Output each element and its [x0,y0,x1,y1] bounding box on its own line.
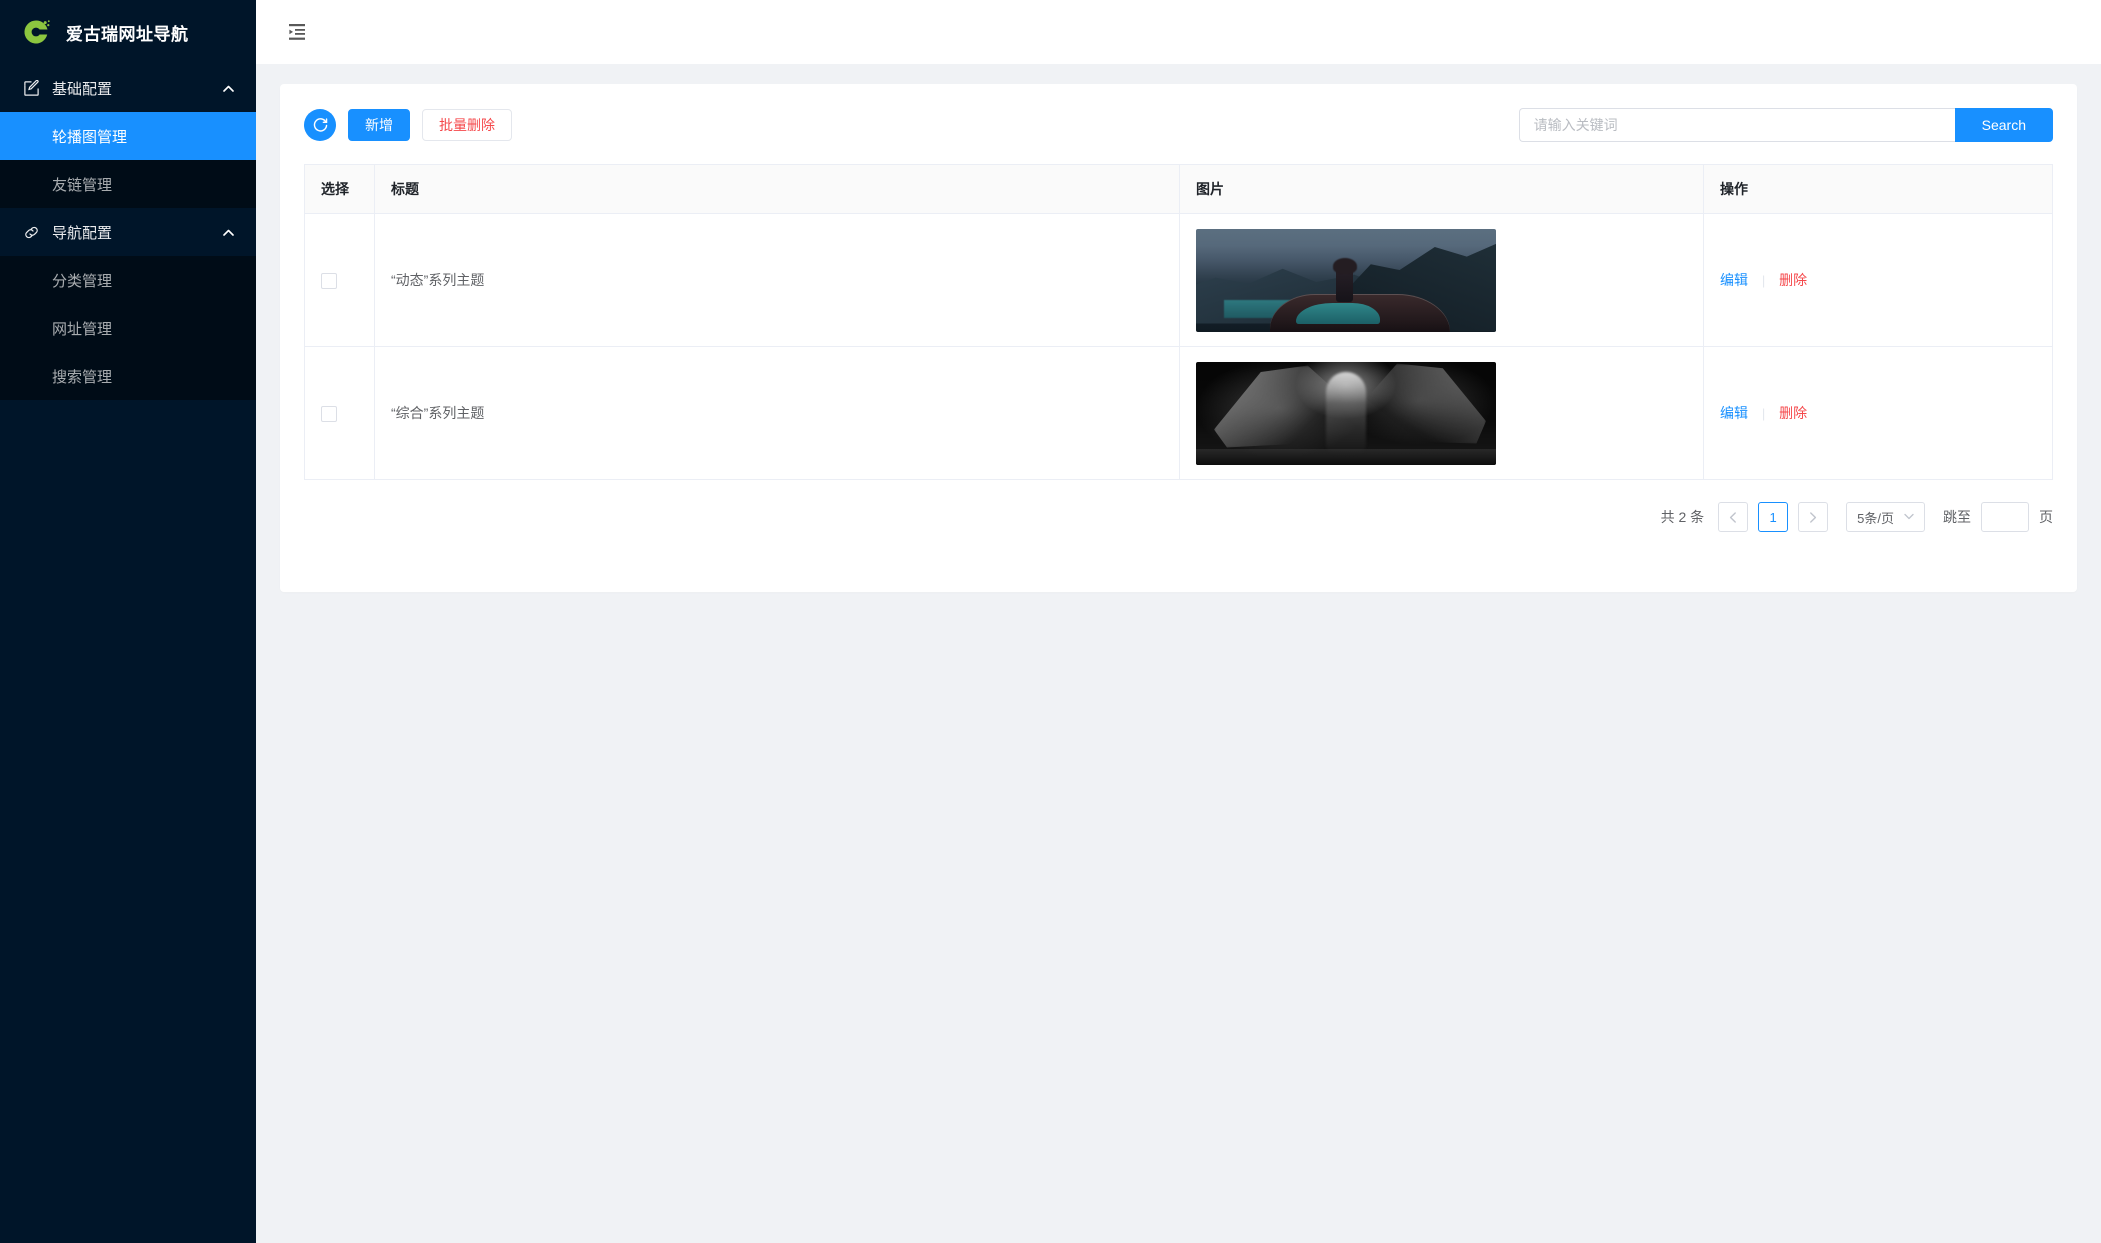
thumb-floor [1196,448,1496,465]
chevron-up-icon [222,82,234,94]
pagination-page-1[interactable]: 1 [1758,502,1789,532]
menu-fold-icon[interactable] [280,15,314,49]
thumb-person-hair [1333,257,1357,274]
pagination-total: 共 2 条 [1660,509,1705,525]
chevron-left-icon [1730,511,1737,523]
sidebar-logo-row[interactable]: 爱古瑞网址导航 [0,0,256,64]
row-select-cell [304,213,375,347]
app-root: 爱古瑞网址导航 基础配置 轮播图管理 友链管理 导航配置 分类管理 网址管理 搜… [0,0,2101,1243]
sidebar-item-url-management[interactable]: 网址管理 [0,304,256,352]
batch-delete-button[interactable]: 批量删除 [422,109,512,141]
row-checkbox[interactable] [321,272,337,289]
row-select-cell [304,346,375,480]
chevron-down-icon [1904,512,1914,523]
carousel-table: 选择 标题 图片 操作 “动态”系列主题 编辑 | 删除 “综合”系列主题 编辑… [304,164,2053,480]
pagination-jump-input[interactable] [1981,502,2029,532]
sidebar-group-label: 导航配置 [52,224,113,242]
row-action-cell: 编辑 | 删除 [1703,213,2053,347]
delete-link[interactable]: 删除 [1779,272,1807,288]
sidebar-item-label: 分类管理 [52,272,113,290]
table-toolbar: 新增 批量删除 Search [304,108,2053,142]
column-header-select: 选择 [304,164,375,214]
link-chain-icon [22,223,40,241]
carousel-thumbnail-image[interactable] [1196,361,1496,465]
refresh-circle-icon[interactable] [304,109,336,141]
sidebar-item-carousel-management[interactable]: 轮播图管理 [0,112,256,160]
chevron-up-icon [222,226,234,238]
pagination-jump-label: 跳至 [1943,509,1971,525]
column-header-image: 图片 [1179,164,1704,214]
action-separator: | [1761,273,1766,288]
sidebar-group-nav-config[interactable]: 导航配置 [0,208,256,256]
column-header-title: 标题 [374,164,1180,214]
topbar [256,0,2101,64]
edit-link[interactable]: 编辑 [1720,272,1748,288]
carousel-management-card: 新增 批量删除 Search 选择 [280,84,2077,592]
sidebar-sublist-basic-config: 轮播图管理 友链管理 [0,112,256,208]
table-body: “动态”系列主题 编辑 | 删除 “综合”系列主题 编辑 | 删除 [304,213,2053,480]
green-g-logo-icon [20,16,52,48]
table-header-row: 选择 标题 图片 操作 [304,164,2053,214]
add-button[interactable]: 新增 [348,109,410,141]
thumb-shape-left [1214,365,1344,448]
sidebar-group-label: 基础配置 [52,80,113,98]
toolbar-left-group: 新增 批量删除 [304,109,512,141]
main-area: 新增 批量删除 Search 选择 [256,0,2101,1243]
row-title-cell: “动态”系列主题 [374,213,1180,347]
action-separator: | [1761,406,1766,421]
sidebar-item-category-management[interactable]: 分类管理 [0,256,256,304]
sidebar-item-label: 轮播图管理 [52,128,128,146]
row-action-cell: 编辑 | 删除 [1703,346,2053,480]
thumb-figure [1326,371,1366,454]
pagination-jump-suffix: 页 [2039,509,2053,525]
pagination: 共 2 条 1 5条/页 跳至 页 [304,502,2053,532]
form-edit-icon [22,79,40,97]
sidebar-sublist-nav-config: 分类管理 网址管理 搜索管理 [0,256,256,400]
sidebar-item-friendlink-management[interactable]: 友链管理 [0,160,256,208]
row-title-cell: “综合”系列主题 [374,346,1180,480]
sidebar-item-search-management[interactable]: 搜索管理 [0,352,256,400]
toolbar-right-group: Search [1518,108,2053,142]
content-wrapper: 新增 批量删除 Search 选择 [256,64,2101,592]
row-checkbox[interactable] [321,405,337,422]
search-button[interactable]: Search [1954,108,2053,142]
table-head: 选择 标题 图片 操作 [304,164,2053,214]
pagination-next-button[interactable] [1798,502,1829,532]
sidebar-item-label: 友链管理 [52,176,113,194]
table-row: “动态”系列主题 编辑 | 删除 [304,213,2053,347]
page-size-select[interactable]: 5条/页 [1846,502,1925,532]
column-header-action: 操作 [1703,164,2053,214]
table-row: “综合”系列主题 编辑 | 删除 [304,346,2053,480]
search-input[interactable] [1518,108,1955,142]
page-size-label: 5条/页 [1857,510,1894,526]
delete-link[interactable]: 删除 [1779,405,1807,421]
carousel-thumbnail-image[interactable] [1196,228,1496,332]
sidebar-group-basic-config[interactable]: 基础配置 [0,64,256,112]
row-image-cell [1179,213,1704,347]
sidebar-menu: 基础配置 轮播图管理 友链管理 导航配置 分类管理 网址管理 搜索管理 [0,64,256,400]
thumb-shape-right [1366,363,1486,444]
chevron-right-icon [1810,511,1817,523]
row-image-cell [1179,346,1704,480]
pagination-prev-button[interactable] [1718,502,1749,532]
sidebar: 爱古瑞网址导航 基础配置 轮播图管理 友链管理 导航配置 分类管理 网址管理 搜… [0,0,256,1243]
sidebar-item-label: 网址管理 [52,320,113,338]
brand-title: 爱古瑞网址导航 [66,24,189,44]
edit-link[interactable]: 编辑 [1720,405,1748,421]
sidebar-item-label: 搜索管理 [52,368,113,386]
